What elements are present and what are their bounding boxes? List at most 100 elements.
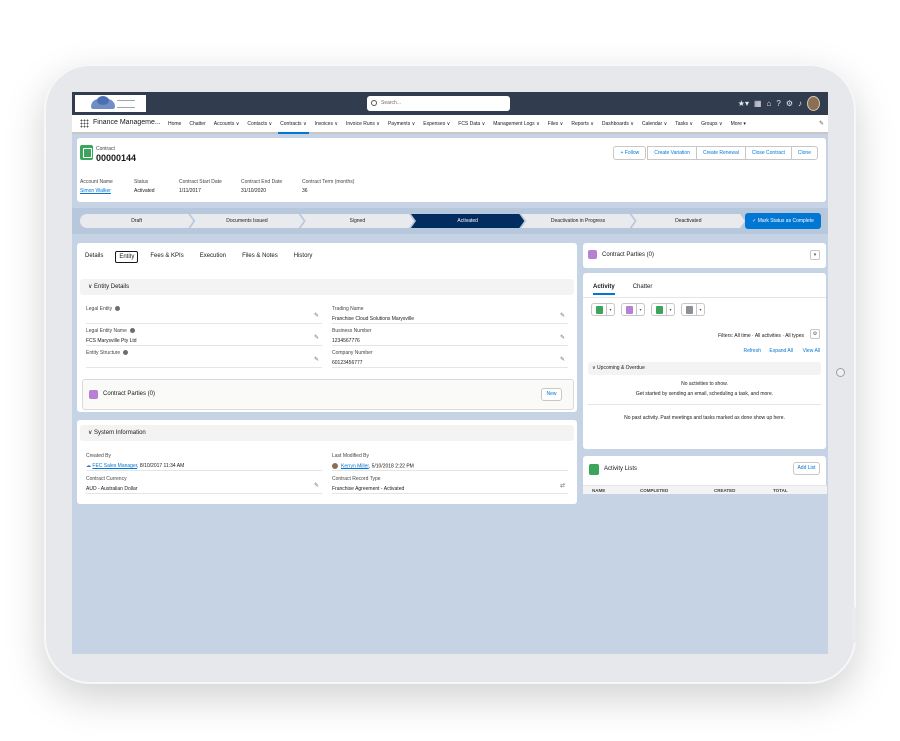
- new-task-button[interactable]: ▾: [651, 303, 675, 316]
- field-label: Last Modified By: [332, 453, 369, 459]
- clone-button[interactable]: Clone: [790, 146, 818, 160]
- field-value: Franchise Agreement - Activated: [332, 486, 405, 492]
- activity-lists-title[interactable]: Activity Lists: [604, 466, 637, 472]
- pencil-icon[interactable]: ✎: [314, 312, 319, 319]
- path-stage-activated[interactable]: Activated: [411, 214, 524, 228]
- mark-status-complete-button[interactable]: ✓ Mark Status as Complete: [745, 213, 821, 229]
- header-utility-icons: ★▾ ▦ ⌂ ? ⚙ ♪: [738, 95, 820, 112]
- nav-item-accounts[interactable]: Accounts ∨: [214, 121, 240, 127]
- last-modified-link[interactable]: Kerryn Miller: [341, 463, 369, 469]
- refresh-link[interactable]: Refresh: [743, 348, 761, 354]
- nav-item-invoice-runs[interactable]: Invoice Runs ∨: [346, 121, 380, 127]
- tab-entity[interactable]: Entity: [115, 251, 139, 263]
- pencil-icon[interactable]: ✎: [314, 356, 319, 363]
- pencil-icon[interactable]: ✎: [560, 334, 565, 341]
- chevron-down-icon[interactable]: ▾: [667, 303, 675, 316]
- view-all-link[interactable]: View All: [803, 348, 820, 354]
- org-logo[interactable]: [75, 95, 146, 112]
- nav-item-calendar[interactable]: Calendar ∨: [642, 121, 667, 127]
- status-path: Draft Documents Issued Signed Activated …: [80, 214, 742, 228]
- pencil-icon[interactable]: ✎: [560, 312, 565, 319]
- new-button[interactable]: New: [541, 388, 562, 401]
- tab-fees-kpis[interactable]: Fees & KPIs: [150, 251, 183, 263]
- path-stage-deactivation-in-progress[interactable]: Deactivation in Progress: [521, 214, 634, 228]
- tab-chatter[interactable]: Chatter: [633, 284, 653, 295]
- entity-details-section-header[interactable]: ∨ Entity Details: [80, 279, 574, 295]
- nav-item-dashboards[interactable]: Dashboards ∨: [602, 121, 634, 127]
- add-list-button[interactable]: Add List: [793, 462, 820, 475]
- field-label: Status: [134, 179, 149, 185]
- divider: [86, 493, 322, 494]
- nav-item-fcs-data[interactable]: FCS Data ∨: [458, 121, 485, 127]
- close-contract-button[interactable]: Close Contract: [744, 146, 792, 160]
- create-variation-button[interactable]: Create Variation: [647, 146, 697, 160]
- email-button[interactable]: ▾: [681, 303, 705, 316]
- tab-details[interactable]: Details: [85, 251, 103, 263]
- nav-item-files[interactable]: Files ∨: [548, 121, 564, 127]
- record-tabs: Details Entity Fees & KPIs Execution Fil…: [85, 251, 328, 263]
- chevron-down-icon[interactable]: ▾: [697, 303, 705, 316]
- info-icon[interactable]: [115, 306, 121, 312]
- global-actions-icon[interactable]: ▦: [754, 95, 762, 112]
- nav-item-contacts[interactable]: Contacts ∨: [247, 121, 272, 127]
- user-avatar[interactable]: [807, 96, 820, 111]
- create-renewal-button[interactable]: Create Renewal: [695, 146, 746, 160]
- account-name-link[interactable]: Simon Walker: [80, 188, 113, 194]
- log-call-button[interactable]: ▾: [591, 303, 615, 316]
- field-term: Contract Term (months) 36: [302, 179, 354, 194]
- path-stage-documents-issued[interactable]: Documents Issued: [190, 214, 303, 228]
- expand-all-link[interactable]: Expand All: [769, 348, 793, 354]
- contract-parties-title[interactable]: Contract Parties (0): [103, 391, 155, 397]
- favorites-icon[interactable]: ★▾: [738, 95, 749, 112]
- path-stage-draft[interactable]: Draft: [80, 214, 193, 228]
- pencil-icon[interactable]: ✎: [560, 356, 565, 363]
- change-record-type-icon[interactable]: ⇄: [560, 482, 565, 489]
- gear-icon[interactable]: ⚙: [786, 95, 793, 112]
- info-icon[interactable]: [129, 328, 135, 334]
- nav-item-groups[interactable]: Groups ∨: [701, 121, 722, 127]
- app-launcher-icon[interactable]: [80, 119, 89, 128]
- field-label: Contract Record Type: [332, 476, 381, 482]
- nav-item-tasks[interactable]: Tasks ∨: [675, 121, 693, 127]
- info-icon[interactable]: [123, 350, 129, 356]
- tab-history[interactable]: History: [294, 251, 313, 263]
- path-stage-signed[interactable]: Signed: [301, 214, 414, 228]
- nav-item-invoices[interactable]: Invoices ∨: [315, 121, 338, 127]
- nav-item-chatter[interactable]: Chatter: [189, 121, 205, 127]
- path-stage-deactivated[interactable]: Deactivated: [632, 214, 745, 228]
- chevron-down-icon[interactable]: ▾: [637, 303, 645, 316]
- nav-item-expenses[interactable]: Expenses ∨: [423, 121, 450, 127]
- nav-item-home[interactable]: Home: [168, 121, 181, 127]
- system-info-section-header[interactable]: ∨ System Information: [80, 425, 574, 441]
- nav-item-contracts[interactable]: Contracts ∨: [278, 121, 310, 134]
- nav-item-reports[interactable]: Reports ∨: [571, 121, 594, 127]
- tab-files-notes[interactable]: Files & Notes: [242, 251, 278, 263]
- contract-parties-title[interactable]: Contract Parties (0): [602, 252, 654, 258]
- pencil-icon[interactable]: ✎: [314, 334, 319, 341]
- get-started-text: Get started by sending an email, schedul…: [635, 391, 774, 397]
- new-event-button[interactable]: ▾: [621, 303, 645, 316]
- activity-card: Activity Chatter ▾ ▾ ▾ ▾ Filters: All ti…: [583, 273, 826, 449]
- nav-item-payments[interactable]: Payments ∨: [388, 121, 415, 127]
- follow-button[interactable]: + Follow: [613, 146, 647, 160]
- field-account-name: Account Name Simon Walker: [80, 179, 113, 194]
- trailhead-icon[interactable]: ⌂: [767, 95, 772, 112]
- upcoming-overdue-header[interactable]: ∨ Upcoming & Overdue: [588, 362, 821, 375]
- created-by-link[interactable]: FEC Sales Manager: [92, 463, 137, 469]
- bell-icon[interactable]: ♪: [798, 95, 802, 112]
- filter-gear-icon[interactable]: ⚙: [810, 329, 820, 339]
- tablet-side-button: [852, 607, 856, 643]
- edit-nav-icon[interactable]: ✎: [819, 120, 824, 127]
- tab-execution[interactable]: Execution: [200, 251, 226, 263]
- chevron-down-icon[interactable]: ▾: [607, 303, 615, 316]
- nav-item-management-logs[interactable]: Management Logs ∨: [493, 121, 539, 127]
- field-created-by: Created By ☁ FEC Sales Manager, 8/10/201…: [86, 453, 184, 469]
- tab-activity[interactable]: Activity: [593, 284, 615, 295]
- help-icon[interactable]: ?: [776, 95, 780, 112]
- pencil-icon[interactable]: ✎: [314, 482, 319, 489]
- nav-items: Home Chatter Accounts ∨ Contacts ∨ Contr…: [168, 121, 754, 134]
- field-contract-currency: Contract Currency AUD - Australian Dolla…: [86, 476, 137, 492]
- chevron-down-icon[interactable]: ▾: [810, 250, 820, 260]
- nav-item-more[interactable]: More ▾: [731, 121, 746, 127]
- global-search-input[interactable]: Search...: [367, 96, 510, 111]
